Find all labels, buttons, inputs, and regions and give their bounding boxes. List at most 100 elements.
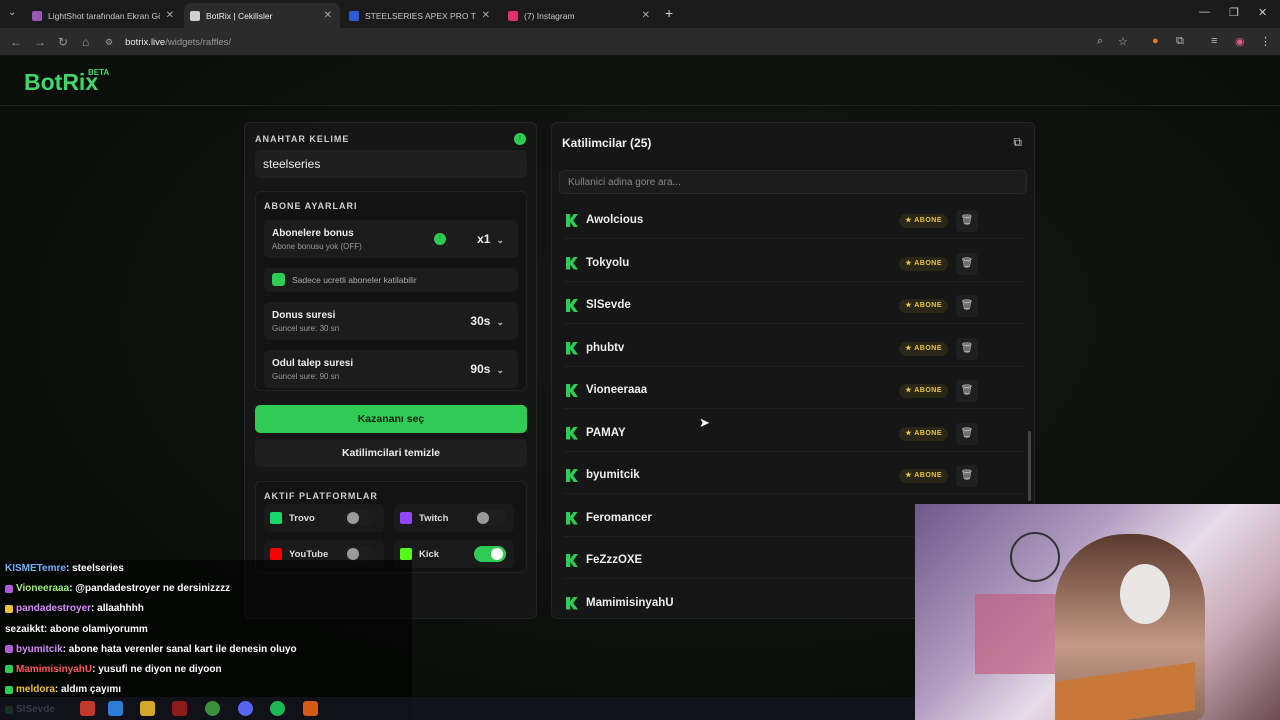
raffle-settings-panel: ANAHTAR KELIME ! steelseries ABONE AYARL…: [244, 122, 537, 619]
chrome-icon[interactable]: [205, 701, 220, 716]
participant-row: PAMAY ★ ABONE 🗑: [564, 416, 1024, 452]
url-bar[interactable]: ⚙ botrix.live /widgets/raffles/: [105, 32, 975, 52]
duration-label: Donus suresi: [272, 310, 336, 321]
platform-name: Twitch: [419, 513, 449, 524]
trovo-toggle[interactable]: [344, 510, 376, 526]
tab-close-icon[interactable]: ✕: [166, 10, 174, 21]
participant-row: Vioneeraaa ★ ABONE 🗑: [564, 373, 1024, 409]
kick-icon: [566, 341, 578, 355]
discord-icon[interactable]: [238, 701, 253, 716]
botrix-logo[interactable]: BotRix: [24, 69, 98, 96]
media-icon[interactable]: ≡: [1211, 35, 1217, 47]
taskbar-app-icon[interactable]: [108, 701, 123, 716]
participant-search-input[interactable]: [559, 170, 1027, 194]
chat-username[interactable]: KISMETemre: [5, 563, 66, 574]
tab-close-icon[interactable]: ✕: [324, 10, 332, 21]
folder-icon[interactable]: [140, 701, 155, 716]
restore-icon[interactable]: ❐: [1229, 6, 1239, 19]
kick-icon: [566, 596, 578, 610]
browser-menu-icon[interactable]: ⋮: [1260, 35, 1271, 48]
claim-select[interactable]: 90s ⌄: [470, 362, 504, 376]
browser-tab-1[interactable]: LightShot tarafından Ekran Görü ✕: [26, 3, 182, 28]
window-close-icon[interactable]: ✕: [1258, 6, 1267, 19]
headphones-shape: [1120, 564, 1170, 624]
kick-icon: [566, 214, 578, 227]
chat-message: KISMETemre: steelseries: [5, 563, 124, 574]
kick-icon: [400, 548, 412, 560]
taskbar-app-icon[interactable]: [80, 701, 95, 716]
twitch-toggle[interactable]: [474, 510, 506, 526]
tab-favicon-icon: [32, 10, 42, 21]
bookmark-star-icon[interactable]: ☆: [1118, 35, 1128, 48]
chat-username[interactable]: byumitcik: [16, 644, 63, 655]
back-arrow-icon[interactable]: ←: [10, 35, 22, 49]
tab-close-icon[interactable]: ✕: [482, 10, 490, 21]
chat-username[interactable]: Vioneeraaa: [16, 583, 69, 594]
participant-scrollbar[interactable]: [1028, 431, 1031, 501]
clear-participants-button[interactable]: Katilimcilari temizle: [255, 439, 527, 467]
tab-title: LightShot tarafından Ekran Görü: [48, 10, 160, 21]
subscriber-badge-label: ABONE: [914, 472, 942, 479]
remove-participant-trash-icon[interactable]: 🗑: [956, 295, 978, 317]
participant-name: Tokyolu: [586, 256, 630, 269]
address-toolbar: ← → ↻ ⌂ ⚙ botrix.live /widgets/raffles/ …: [0, 28, 1280, 56]
fan-shape: [1010, 532, 1060, 582]
taskbar-app-icon[interactable]: [172, 701, 187, 716]
kick-toggle[interactable]: [474, 546, 506, 562]
subscriber-badge: ★ ABONE: [899, 214, 948, 228]
participant-name: byumitcik: [586, 469, 640, 481]
extensions-puzzle-icon[interactable]: ⧉: [1176, 35, 1184, 48]
remove-participant-trash-icon[interactable]: 🗑: [956, 380, 978, 402]
platform-kick: Kick: [394, 540, 514, 568]
remove-participant-trash-icon[interactable]: 🗑: [956, 337, 978, 360]
chat-text: : allaahhhh: [91, 603, 144, 615]
tab-favicon-icon: [508, 10, 518, 21]
subscriber-badge-label: ABONE: [914, 302, 942, 309]
tab-list-chevron-icon[interactable]: ⌄: [8, 7, 16, 18]
chat-username[interactable]: meldora: [16, 684, 55, 695]
duration-select[interactable]: 30s ⌄: [470, 314, 504, 328]
spotify-icon[interactable]: [270, 701, 285, 716]
reload-icon[interactable]: ↻: [58, 35, 68, 49]
browser-tab-4[interactable]: (7) Instagram ✕: [502, 3, 658, 28]
browser-tab-2[interactable]: BotRix | Cekilisler ✕: [184, 3, 340, 28]
beta-badge: BETA: [88, 68, 110, 77]
tab-favicon-icon: [349, 10, 359, 21]
participant-row: Awolcious ★ ABONE 🗑: [564, 203, 1024, 239]
bonus-multiplier-select[interactable]: x1 ⌄: [477, 232, 504, 246]
remove-participant-trash-icon[interactable]: 🗑: [956, 252, 978, 275]
paid-only-row[interactable]: Sadece ucretli aboneler katilabilir: [264, 268, 518, 292]
extension-icon[interactable]: ●: [1152, 35, 1159, 47]
keyword-input[interactable]: steelseries: [255, 150, 527, 178]
home-icon[interactable]: ⌂: [82, 35, 89, 49]
chat-username[interactable]: MamimisinyahU: [16, 664, 92, 675]
chat-username[interactable]: sezaikkt: [5, 624, 44, 635]
platform-twitch: Twitch: [394, 504, 514, 532]
chat-text: : yusufi ne diyon ne diyoon: [92, 664, 222, 675]
minimize-icon[interactable]: —: [1199, 6, 1210, 18]
chat-text: : @pandadestroyer ne dersinizzzz: [69, 583, 231, 595]
browser-tab-3[interactable]: STEELSERIES APEX PRO TKL GEN ✕: [343, 3, 498, 28]
webcam-feed: [915, 504, 1280, 720]
info-icon[interactable]: !: [514, 133, 526, 145]
keyword-title: ANAHTAR KELIME: [255, 134, 350, 144]
subscriber-badge-label: ABONE: [914, 344, 942, 352]
site-info-icon[interactable]: ⚙: [105, 37, 113, 48]
taskbar-app-icon[interactable]: [303, 701, 318, 716]
remove-participant-trash-icon[interactable]: 🗑: [956, 422, 978, 445]
bonus-info-icon[interactable]: !: [434, 233, 446, 245]
copy-icon[interactable]: ⧉: [1013, 135, 1022, 150]
zoom-icon[interactable]: ⌕: [1097, 35, 1103, 48]
forward-arrow-icon[interactable]: →: [34, 35, 46, 49]
tab-close-icon[interactable]: ✕: [642, 10, 650, 21]
remove-participant-trash-icon[interactable]: 🗑: [956, 465, 978, 487]
profile-avatar[interactable]: ◉: [1235, 35, 1245, 48]
stream-chat-overlay: KISMETemre: steelseries Vioneeraaa: @pand…: [0, 560, 412, 720]
paid-only-checkbox[interactable]: [272, 273, 285, 286]
subscriber-bonus-row: Abonelere bonus Abone bonusu yok (OFF) !…: [264, 220, 518, 258]
subscriber-badge: ★ ABONE: [899, 469, 948, 483]
remove-participant-trash-icon[interactable]: 🗑: [956, 210, 978, 232]
pick-winner-button[interactable]: Kazananı seç: [255, 405, 527, 433]
new-tab-plus-icon[interactable]: +: [665, 5, 673, 21]
chat-username[interactable]: pandadestroyer: [16, 603, 91, 614]
